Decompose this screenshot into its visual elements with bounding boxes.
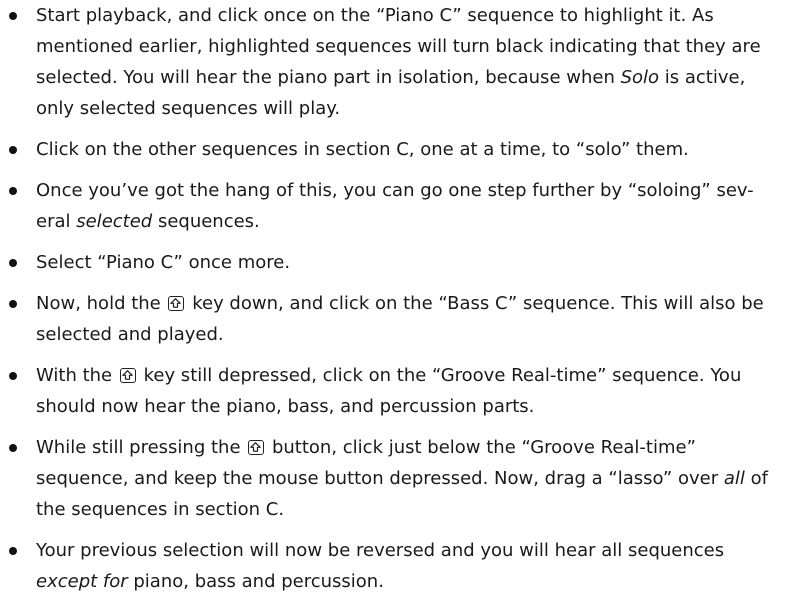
text-run: Your previous selection will now be reve…: [36, 540, 725, 561]
shift-key-icon: [119, 368, 136, 383]
text-run: Now, hold the: [36, 293, 167, 314]
list-item: With the key still depressed, click on t…: [0, 360, 794, 422]
bullet-dot: [9, 187, 17, 195]
document-page: Start playback, and click once on the “P…: [0, 0, 794, 598]
text-run: With the: [36, 365, 118, 386]
list-item: Click on the other sequences in section …: [0, 134, 794, 165]
bullet-dot: [9, 372, 17, 380]
shift-key-icon: [248, 440, 265, 455]
bullet-dot: [9, 259, 17, 267]
text-run: piano, bass and percussion.: [127, 571, 384, 592]
text-run: key still depressed, click on the “Groov…: [36, 365, 742, 417]
text-run: Click on the other sequences in section …: [36, 139, 689, 160]
list-item: Start playback, and click once on the “P…: [0, 0, 794, 124]
text-run: Select “Piano C” once more.: [36, 252, 291, 273]
list-item: Once you’ve got the hang of this, you ca…: [0, 175, 794, 237]
bullet-dot: [9, 146, 17, 154]
bullet-dot: [9, 300, 17, 308]
emphasized-text: Solo: [620, 67, 660, 88]
bullet-dot: [9, 12, 17, 20]
list-item: Now, hold the key down, and click on the…: [0, 288, 794, 350]
emphasized-text: selected: [76, 211, 153, 232]
bullet-dot: [9, 547, 17, 555]
text-run: While still pressing the: [36, 437, 247, 458]
list-item: Your previous selection will now be reve…: [0, 535, 794, 597]
instruction-list: Start playback, and click once on the “P…: [0, 0, 794, 607]
emphasized-text: except for: [36, 571, 128, 592]
bullet-dot: [9, 444, 17, 452]
list-item: While still pressing the button, click j…: [0, 432, 794, 525]
emphasized-text: all: [723, 468, 745, 489]
text-run: sequences.: [152, 211, 260, 232]
list-item: Select “Piano C” once more.: [0, 247, 794, 278]
shift-key-icon: [168, 296, 185, 311]
